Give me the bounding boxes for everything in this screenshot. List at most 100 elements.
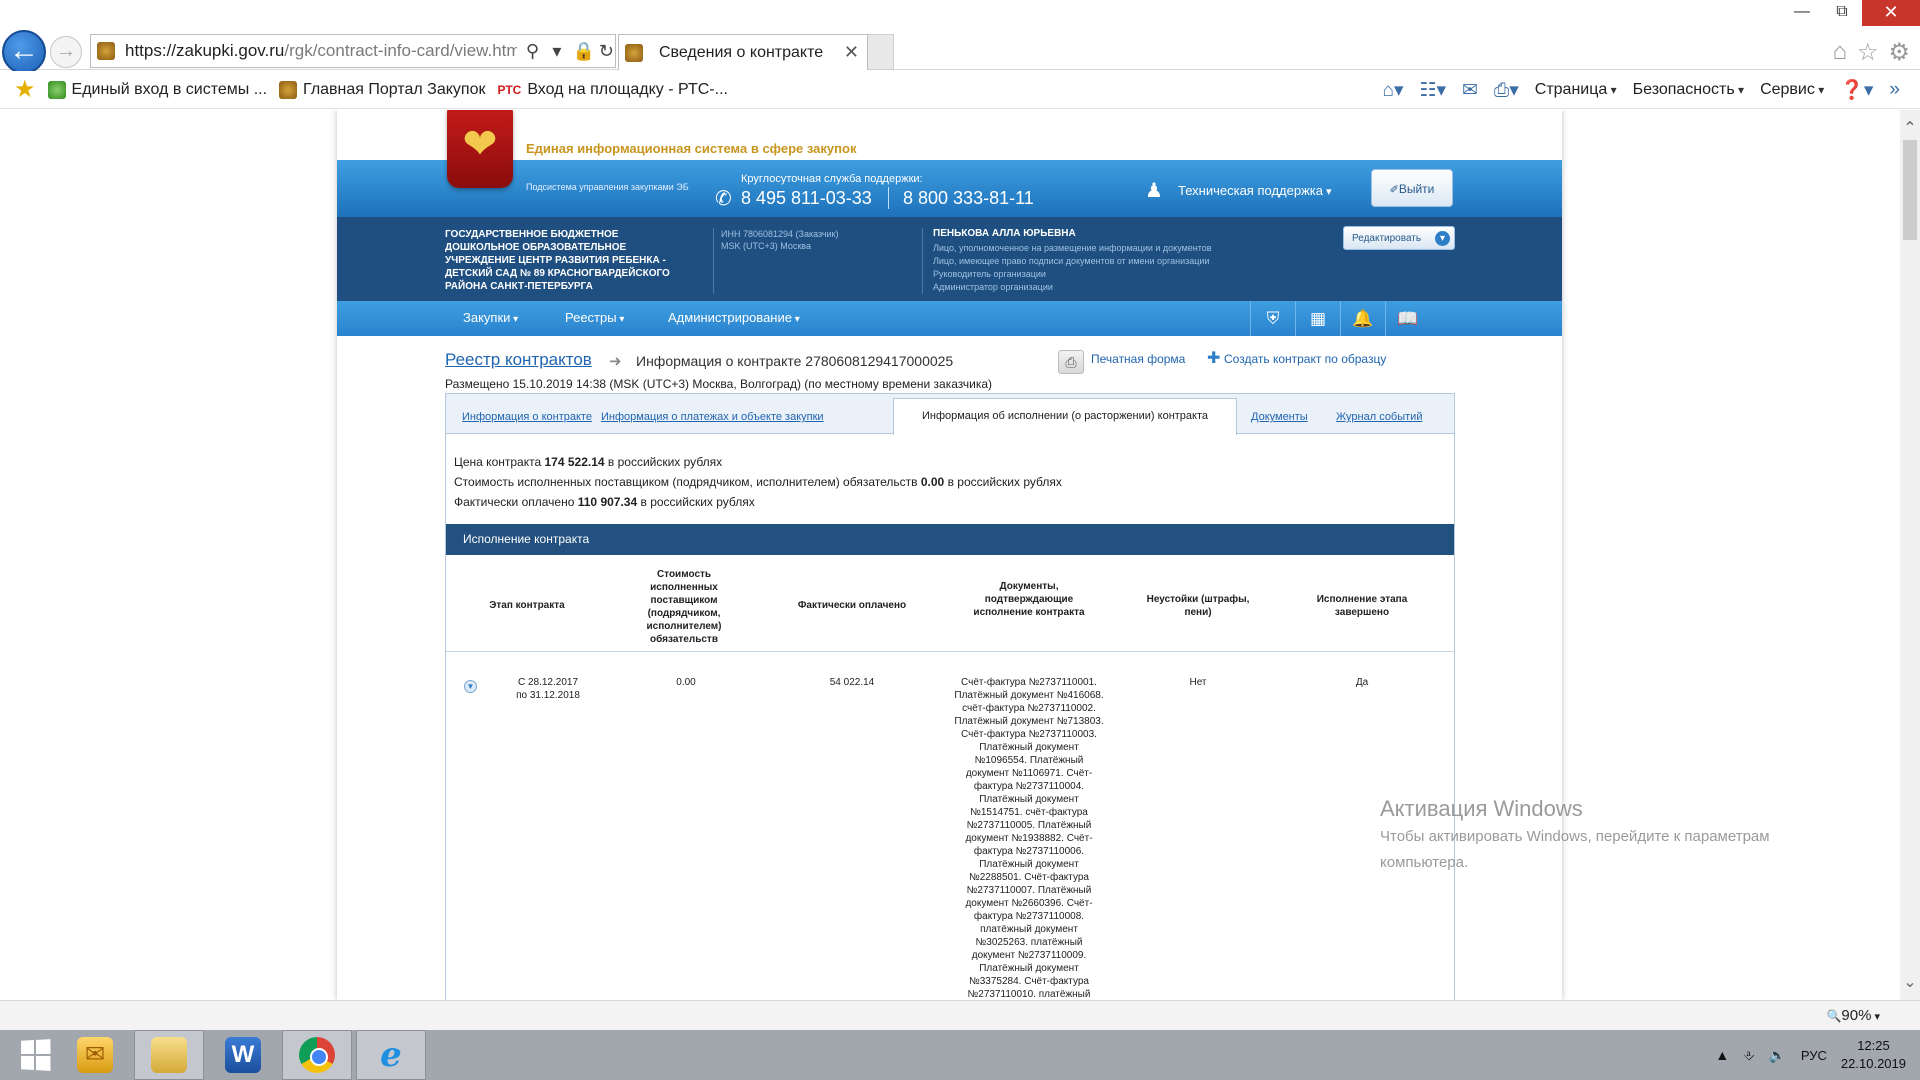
column-stage: Этап контракта [489,600,565,611]
posted-date: Размещено 15.10.2019 14:38 (MSK (UTC+3) … [445,377,992,391]
dropdown-icon[interactable]: ▾ [548,41,565,62]
back-button[interactable]: ← [2,30,46,74]
new-tab-button[interactable] [868,34,894,70]
word-icon[interactable]: W [208,1030,278,1080]
add-favorites-star-icon[interactable]: ★ [14,75,36,104]
column-documents: Документы, подтверждающие исполнение кон… [973,581,1085,618]
scroll-down-icon[interactable]: ⌄ [1902,972,1918,991]
column-penalties: Неустойки (штрафы, пени) [1146,594,1250,618]
tab-execution[interactable]: Информация об исполнении (о расторжении)… [893,398,1237,435]
tab-close-icon[interactable]: ✕ [844,42,859,63]
menu-tools[interactable]: Сервис [1760,81,1824,99]
close-icon[interactable]: ✕ [1862,0,1920,26]
tab-documents[interactable]: Документы [1251,411,1308,423]
menu-purchases[interactable]: Закупки [463,310,518,325]
calendar-icon[interactable]: ▦ [1295,301,1340,336]
watermark-title: Активация Windows [1380,796,1583,821]
tab-contract-info[interactable]: Информация о контракте [462,411,592,423]
organization-inn: ИНН 7806081294 (Заказчик) MSK (UTC+3) Мо… [721,229,839,251]
internet-explorer-icon[interactable]: e [356,1030,426,1080]
section-header: Исполнение контракта [446,524,1454,555]
phone-icon: ✆ [715,188,732,210]
mail-icon[interactable]: ✉ [1462,79,1478,102]
address-bar[interactable]: https://zakupki.gov.ru/rgk/contract-info… [90,34,616,68]
rts-badge: РТС [497,82,522,97]
contract-tabs: Информация о контракте Информация о плат… [446,394,1454,435]
row-fulfilled: 0.00 [676,677,696,688]
help-icon[interactable]: ❓▾ [1840,78,1873,102]
row-documents: Счёт-фактура №2737110001. Платёжный доку… [954,677,1104,1000]
contract-price-line: Цена контракта 174 522.14 в российских р… [454,455,723,469]
subsystem-label: Подсистема управления закупками ЭБ [526,182,689,192]
volume-icon[interactable]: 🔈 [1768,1047,1785,1064]
column-fulfilled: Стоимость исполненных поставщиком (подря… [646,569,722,645]
favorite-rts[interactable]: РТС Вход на площадку - РТС-... [497,81,727,99]
print-icon[interactable]: ⎙▾ [1494,79,1519,102]
menu-page[interactable]: Страница [1535,81,1617,99]
favorite-gosuslugi[interactable]: Единый вход в системы ... [47,80,267,99]
favorites-star-icon[interactable]: ☆ [1857,38,1879,67]
browser-toolbar: ← → https://zakupki.gov.ru/rgk/contract-… [0,0,1920,74]
column-paid: Фактически оплачено [797,600,907,611]
browser-status-bar: 90% [0,1000,1920,1030]
scroll-up-icon[interactable]: ⌃ [1902,118,1918,137]
zoom-level[interactable]: 90% [1826,1007,1880,1024]
edit-profile-button[interactable]: Редактировать [1343,226,1455,250]
rss-feed-icon[interactable]: ☷▾ [1420,79,1447,102]
tab-payments[interactable]: Информация о платежах и объекте закупки [601,411,824,423]
outlook-icon[interactable]: ✉ [60,1030,130,1080]
show-hidden-icons[interactable]: ▲ [1715,1047,1729,1063]
bell-icon[interactable]: 🔔 [1340,301,1385,336]
breadcrumb-current: Информация о контракте 27806081294170000… [636,353,954,369]
fulfilled-line: Стоимость исполненных поставщиком (подря… [454,475,1062,489]
clock[interactable]: 12:25 22.10.2019 [1841,1037,1906,1073]
restore-icon[interactable]: ⧉ [1822,0,1862,26]
more-icon[interactable]: » [1889,79,1900,101]
support-phone-1: 8 495 811-03-33 [741,188,872,208]
favorite-zakupki[interactable]: Главная Портал Закупок [279,80,485,99]
gear-icon[interactable]: ⚙ [1888,38,1910,67]
scroll-thumb[interactable] [1903,140,1917,240]
forward-button[interactable]: → [50,36,82,68]
lock-icon[interactable]: 🔒 [573,41,595,62]
menu-security[interactable]: Безопасность [1633,81,1744,99]
shield-icon[interactable]: ⛨ [1250,301,1295,336]
home-icon[interactable]: ⌂ [1832,38,1847,67]
menu-registries[interactable]: Реестры [565,310,624,325]
print-form-link[interactable]: Печатная форма [1091,352,1185,366]
address-url[interactable]: https://zakupki.gov.ru/rgk/contract-info… [125,41,517,61]
main-menu: Закупки Реестры Администрирование ⛨ ▦ 🔔 … [337,301,1562,336]
browser-tab[interactable]: Сведения о контракте ✕ [618,34,868,70]
network-icon[interactable]: ⎀ [1743,1047,1754,1064]
logout-button[interactable]: Выйти [1371,169,1453,207]
plus-icon[interactable]: ✚ [1207,348,1220,368]
create-contract-link[interactable]: Создать контракт по образцу [1224,352,1386,366]
minimize-icon[interactable]: — [1782,0,1822,26]
language-indicator[interactable]: РУС [1801,1048,1827,1063]
refresh-icon[interactable]: ↻ [598,41,615,62]
windows-taskbar: ✉ W e ▲ ⎀ 🔈 РУС 12:25 22.10.2019 [0,1030,1920,1080]
book-search-icon[interactable]: 📖 [1385,301,1430,336]
support-phone-2: 8 800 333-81-11 [903,188,1034,208]
file-explorer-icon[interactable] [134,1030,204,1080]
home-page-icon[interactable]: ⌂▾ [1383,79,1404,102]
user-roles: Лицо, уполномоченное на размещение инфор… [933,243,1212,292]
system-tray: ▲ ⎀ 🔈 РУС 12:25 22.10.2019 [1708,1030,1920,1080]
russian-emblem-icon: ❤ [447,110,513,188]
tech-support-menu[interactable]: Техническая поддержка [1178,183,1332,198]
search-icon[interactable]: ⚲ [524,41,541,62]
vertical-scrollbar[interactable]: ⌃ ⌄ [1900,110,1920,1000]
site-logo-row: ❤ Единая информационная система в сфере … [337,110,1562,188]
user-support-icon: ♟ [1145,180,1163,202]
tab-event-log[interactable]: Журнал событий [1336,411,1422,423]
support-label: Круглосуточная служба поддержки: [741,173,923,185]
expand-row-icon[interactable]: ▼ [464,680,477,693]
printer-icon[interactable]: ⎙ [1058,350,1084,374]
menu-administration[interactable]: Администрирование [668,310,800,325]
breadcrumb-contracts-registry[interactable]: Реестр контрактов [445,350,592,370]
contract-summary: Цена контракта 174 522.14 в российских р… [454,452,1062,512]
user-name: ПЕНЬКОВА АЛЛА ЮРЬЕВНА [933,228,1076,239]
chrome-icon[interactable] [282,1030,352,1080]
watermark-text: Чтобы активировать Windows, перейдите к … [1380,828,1770,871]
tab-title: Сведения о контракте [659,43,824,61]
